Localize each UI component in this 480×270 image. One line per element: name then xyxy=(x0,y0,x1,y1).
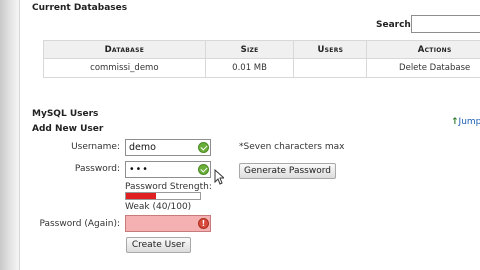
database-name-cell: commissi_demo xyxy=(43,58,206,78)
table-header-row: Database Size Users Actions xyxy=(43,40,480,59)
create-user-button[interactable]: Create User xyxy=(126,237,191,253)
password-valid-icon xyxy=(198,164,209,175)
search-label: Search xyxy=(376,20,411,30)
password-strength-text: Weak (40/100) xyxy=(125,202,192,212)
database-size-cell: 0.01 MB xyxy=(204,58,295,78)
column-header-users[interactable]: Users xyxy=(293,40,368,59)
jump-link[interactable]: ↑Jump xyxy=(451,117,480,127)
search-input[interactable] xyxy=(411,15,480,33)
password-again-label: Password (Again): xyxy=(39,219,120,229)
left-panel-edge xyxy=(0,0,20,270)
generate-password-button[interactable]: Generate Password xyxy=(239,163,336,179)
delete-database-link[interactable]: Delete Database xyxy=(366,58,480,78)
database-users-cell xyxy=(293,58,368,78)
password-label: Password: xyxy=(74,164,120,174)
databases-table: Database Size Users Actions commissi_dem… xyxy=(43,40,480,78)
mouse-cursor-icon xyxy=(214,169,224,185)
password-strength-meter xyxy=(125,192,201,200)
add-new-user-heading: Add New User xyxy=(32,124,104,134)
username-valid-icon xyxy=(198,142,209,153)
column-header-database[interactable]: Database xyxy=(43,40,206,59)
current-databases-heading: Current Databases xyxy=(32,3,128,13)
up-arrow-icon: ↑ xyxy=(451,117,459,127)
password-strength-fill xyxy=(126,193,156,199)
mysql-users-heading: MySQL Users xyxy=(32,109,99,119)
column-header-size[interactable]: Size xyxy=(204,40,295,59)
column-header-actions: Actions xyxy=(366,40,480,59)
jump-link-label: Jump xyxy=(458,117,480,127)
password-strength-label: Password Strength: xyxy=(125,182,212,192)
password-hint: *Seven characters max xyxy=(239,142,345,152)
table-row: commissi_demo 0.01 MB Delete Database xyxy=(43,58,480,78)
password-again-error-icon: ! xyxy=(198,218,209,229)
username-label: Username: xyxy=(71,142,120,152)
